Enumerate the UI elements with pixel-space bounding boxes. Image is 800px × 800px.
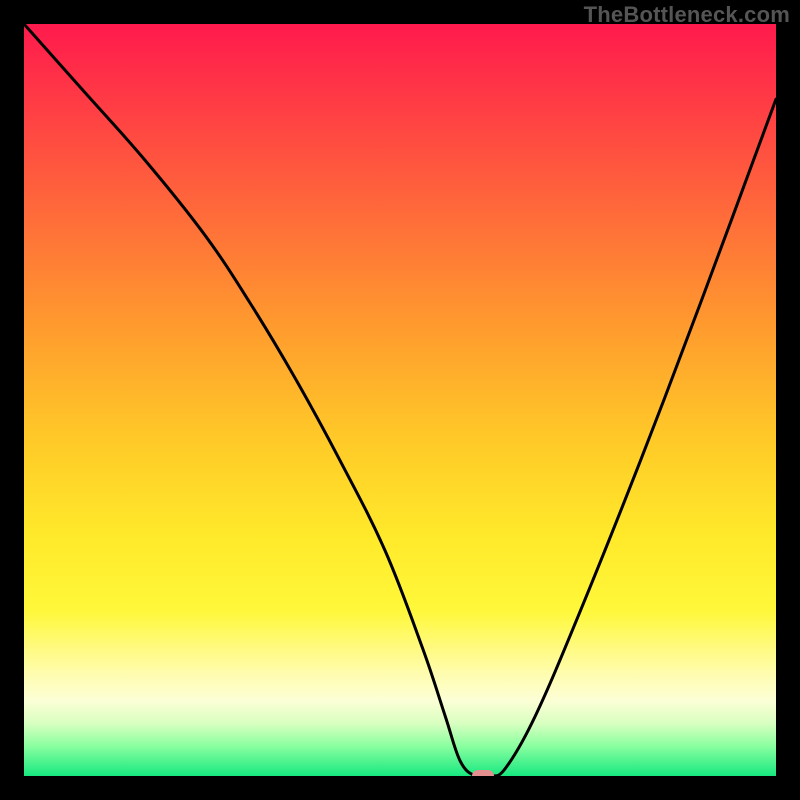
watermark-text: TheBottleneck.com (584, 2, 790, 28)
plot-area (24, 24, 776, 776)
bottleneck-curve (24, 24, 776, 776)
chart-frame: TheBottleneck.com (0, 0, 800, 800)
optimal-point-marker (472, 770, 494, 776)
